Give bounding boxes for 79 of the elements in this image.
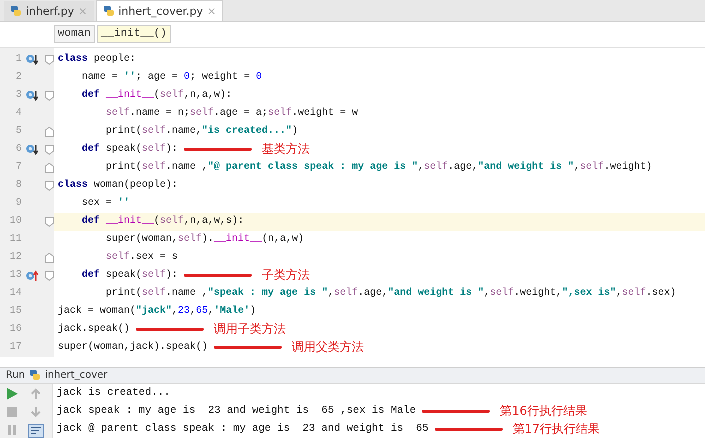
annotation-line [214,346,282,350]
overridden-method-icon[interactable] [26,90,38,102]
tab-label: inherf.py [26,4,74,18]
code-line: jack = woman("jack",23,65,'Male') [57,306,256,318]
line-number: 1 [14,54,22,66]
code-line: def __init__(self,n,a,w,s): [81,216,244,228]
line-number: 14 [8,288,22,300]
annotation-text: 基类方法 [262,141,310,158]
code-line: sex = '' [81,198,130,210]
fold-icon[interactable] [44,144,54,155]
line-number: 16 [8,324,22,336]
fold-icon[interactable] [44,90,54,101]
line-number: 5 [14,126,22,138]
line-number: 7 [14,162,22,174]
line-number: 3 [14,90,22,102]
console-output-line: jack @ parent class speak : my age is 23 and weight is 65 [57,423,429,435]
line-number: 6 [14,144,22,156]
line-number: 10 [8,216,22,228]
up-arrow-icon[interactable] [30,388,42,400]
python-file-icon [29,369,42,382]
console-output-line: jack is created... [57,387,170,399]
pause-icon[interactable] [6,424,18,436]
annotation-line [136,328,204,332]
overriding-method-icon[interactable] [26,270,38,282]
code-line: class woman(people): [57,180,178,192]
code-line: def speak(self): [81,144,178,156]
breadcrumb[interactable]: __init__() [97,25,172,44]
code-line: name = ''; age = 0; weight = 0 [81,72,262,84]
annotation-text: 调用子类方法 [214,321,286,338]
code-line: print(self.name ,"@ parent class speak : my age is ",self.age,"and weight is ",self.weight) [105,162,652,174]
console-output-line: jack speak : my age is 23 and weight is 65 ,sex is Male [57,405,416,417]
run-config-name: inhert_cover [45,370,108,381]
code-line: def speak(self): [81,270,178,282]
fold-icon[interactable] [44,54,54,65]
code-line: def __init__(self,n,a,w): [81,90,232,102]
code-line: jack.speak() [57,324,130,336]
code-line: print(self.name ,"speak : my age is ",self.age,"and weight is ",self.weight,",sex is",self.sex) [105,288,676,300]
overridden-method-icon[interactable] [26,54,38,66]
breadcrumb[interactable]: woman [54,25,96,44]
fold-end-icon[interactable] [44,162,54,173]
code-line: super(woman,jack).speak() [57,342,208,354]
annotation-text: 子类方法 [262,267,310,284]
fold-icon[interactable] [44,270,54,281]
tab-label: inhert_cover.py [118,4,204,18]
code-line: self.sex = s [105,252,178,264]
annotation-text: 第16行执行结果 [500,402,588,420]
fold-end-icon[interactable] [44,252,54,263]
annotation-line [434,428,503,430]
python-file-icon [10,5,22,17]
panel-title: Run [6,370,26,381]
overridden-method-icon[interactable] [26,144,38,156]
code-line: self.name = n;self.age = a;self.weight = w [105,108,358,120]
line-number: 11 [8,234,22,246]
line-number: 2 [14,72,22,84]
fold-icon[interactable] [44,180,54,191]
code-line: print(self.name,"is created...") [105,126,298,138]
line-number: 4 [14,108,22,120]
annotation-text: 调用父类方法 [292,339,364,356]
line-number: 13 [8,270,22,282]
line-number: 8 [14,180,22,192]
annotation-line [422,410,490,412]
soft-wrap-icon[interactable] [28,424,44,438]
fold-icon[interactable] [44,216,54,227]
annotation-line [184,148,252,152]
run-icon[interactable] [6,388,18,400]
annotation-text: 第17行执行结果 [512,420,600,438]
down-arrow-icon[interactable] [30,406,42,418]
line-number: 15 [8,306,22,318]
file-tab[interactable]: inhert_cover.py × [96,0,224,21]
code-line: super(woman,self).__init__(n,a,w) [105,234,304,246]
file-tab[interactable]: inherf.py × [4,1,94,21]
code-line: class people: [57,54,136,66]
python-file-icon [102,5,115,17]
stop-icon[interactable] [6,406,18,418]
fold-end-icon[interactable] [44,126,54,137]
line-number: 17 [8,342,22,354]
annotation-line [184,274,252,278]
line-number: 9 [14,198,22,210]
line-number: 12 [8,252,22,264]
